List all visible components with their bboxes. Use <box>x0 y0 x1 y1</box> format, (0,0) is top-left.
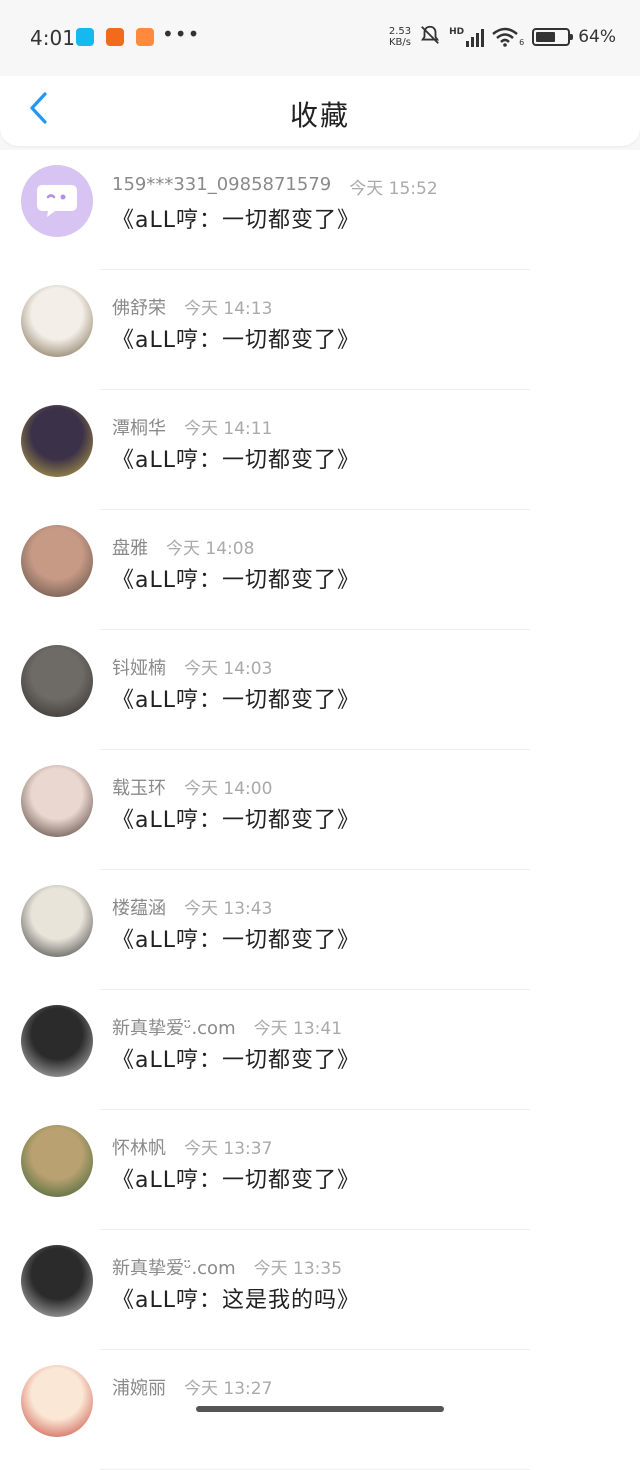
timestamp: 今天 14:03 <box>184 659 273 679</box>
avatar[interactable] <box>21 525 93 597</box>
network-speed: 2.53 KB/s <box>388 26 412 48</box>
favorite-message: 《aLL哼：这是我的吗》 <box>112 1288 360 1313</box>
item-meta: 159***331_0985871579 今天 15:52 <box>112 174 438 199</box>
avatar[interactable] <box>21 765 93 837</box>
sender-name: 潭桐华 <box>112 418 166 439</box>
favorite-message: 《aLL哼：一切都变了》 <box>112 1048 360 1073</box>
favorite-item[interactable]: 佛舒荣 今天 14:13 《aLL哼：一切都变了》 <box>0 270 640 390</box>
item-meta: 钭娅楠 今天 14:03 <box>112 654 272 680</box>
item-meta: 载玉环 今天 14:00 <box>112 774 272 800</box>
mute-bell-icon <box>419 24 441 50</box>
favorite-item[interactable]: 新真挚爱ᵕ̈.com 今天 13:41 《aLL哼：一切都变了》 <box>0 990 640 1110</box>
favorite-message: 《aLL哼：一切都变了》 <box>112 1168 360 1193</box>
sender-name: 浦婉丽 <box>112 1378 166 1399</box>
favorite-message: 《aLL哼：一切都变了》 <box>112 328 360 353</box>
favorite-item[interactable]: 新真挚爱ᵕ̈.com 今天 13:35 《aLL哼：这是我的吗》 <box>0 1230 640 1350</box>
app-notification-icon <box>76 28 94 46</box>
avatar[interactable] <box>21 1245 93 1317</box>
sender-name: 佛舒荣 <box>112 298 166 319</box>
sender-name: 怀林帆 <box>112 1138 166 1159</box>
favorite-item[interactable]: 盘雅 今天 14:08 《aLL哼：一切都变了》 <box>0 510 640 630</box>
item-meta: 楼蕴涵 今天 13:43 <box>112 894 272 920</box>
favorite-message: 《aLL哼：一切都变了》 <box>112 208 360 233</box>
favorite-message: 《aLL哼：一切都变了》 <box>112 448 360 473</box>
avatar[interactable] <box>21 645 93 717</box>
wifi-icon: 6 <box>492 27 524 47</box>
sender-name: 盘雅 <box>112 538 148 559</box>
item-meta: 怀林帆 今天 13:37 <box>112 1134 272 1160</box>
status-time: 4:01 <box>30 26 75 50</box>
home-indicator[interactable] <box>196 1406 444 1412</box>
page-title: 收藏 <box>289 99 350 132</box>
sender-name: 楼蕴涵 <box>112 898 166 919</box>
favorite-message: 《aLL哼：一切都变了》 <box>112 568 360 593</box>
sender-name: 载玉环 <box>112 778 166 799</box>
favorite-item[interactable]: 载玉环 今天 14:00 《aLL哼：一切都变了》 <box>0 750 640 870</box>
sender-name: 新真挚爱ᵕ̈.com <box>112 1258 236 1279</box>
timestamp: 今天 13:35 <box>253 1259 343 1279</box>
chat-bubble-icon <box>35 183 79 223</box>
favorite-item[interactable]: 159***331_0985871579 今天 15:52 《aLL哼：一切都变了》 <box>0 150 640 270</box>
status-bar: 4:01 ••• 2.53 KB/s HD 6 64% <box>0 0 640 76</box>
favorite-item[interactable]: 钭娅楠 今天 14:03 《aLL哼：一切都变了》 <box>0 630 640 750</box>
item-meta: 盘雅 今天 14:08 <box>112 534 254 560</box>
sender-name: 159***331_0985871579 <box>112 174 332 195</box>
timestamp: 今天 14:08 <box>166 539 255 559</box>
item-meta: 新真挚爱ᵕ̈.com 今天 13:41 <box>112 1014 342 1040</box>
sender-name: 钭娅楠 <box>112 658 166 679</box>
favorite-item[interactable]: 怀林帆 今天 13:37 《aLL哼：一切都变了》 <box>0 1110 640 1230</box>
favorite-message: 《aLL哼：一切都变了》 <box>112 688 360 713</box>
avatar[interactable] <box>21 285 93 357</box>
item-meta: 佛舒荣 今天 14:13 <box>112 294 272 320</box>
favorite-message: 《aLL哼：一切都变了》 <box>112 808 360 833</box>
timestamp: 今天 13:41 <box>253 1019 343 1039</box>
avatar[interactable] <box>21 1365 93 1437</box>
timestamp: 今天 14:13 <box>184 299 273 319</box>
header-bar: 收藏 <box>0 76 640 146</box>
hd-cellular-signal-icon: HD <box>449 27 485 47</box>
status-indicators: 2.53 KB/s HD 6 64% <box>389 22 616 52</box>
timestamp: 今天 13:37 <box>184 1139 273 1159</box>
battery-icon <box>532 28 574 46</box>
item-meta: 浦婉丽 今天 13:27 <box>112 1374 272 1400</box>
timestamp: 今天 13:27 <box>184 1379 273 1399</box>
more-notifications-icon: ••• <box>162 22 201 46</box>
item-meta: 新真挚爱ᵕ̈.com 今天 13:35 <box>112 1254 342 1280</box>
timestamp: 今天 15:52 <box>349 179 438 199</box>
avatar[interactable] <box>21 1005 93 1077</box>
avatar[interactable] <box>21 165 93 237</box>
favorite-message: 《aLL哼：一切都变了》 <box>112 928 360 953</box>
favorites-list: 159***331_0985871579 今天 15:52 《aLL哼：一切都变了》… <box>0 150 640 1470</box>
sender-name: 新真挚爱ᵕ̈.com <box>112 1018 236 1039</box>
favorite-item[interactable]: 潭桐华 今天 14:11 《aLL哼：一切都变了》 <box>0 390 640 510</box>
avatar[interactable] <box>21 405 93 477</box>
timestamp: 今天 13:43 <box>184 899 273 919</box>
app-notification-icon <box>106 28 124 46</box>
timestamp: 今天 14:11 <box>184 419 273 439</box>
battery-percent: 64% <box>578 27 616 47</box>
avatar[interactable] <box>21 1125 93 1197</box>
timestamp: 今天 14:00 <box>184 779 273 799</box>
item-meta: 潭桐华 今天 14:11 <box>112 414 272 440</box>
favorite-item[interactable]: 楼蕴涵 今天 13:43 《aLL哼：一切都变了》 <box>0 870 640 990</box>
app-notification-icon <box>136 28 154 46</box>
avatar[interactable] <box>21 885 93 957</box>
